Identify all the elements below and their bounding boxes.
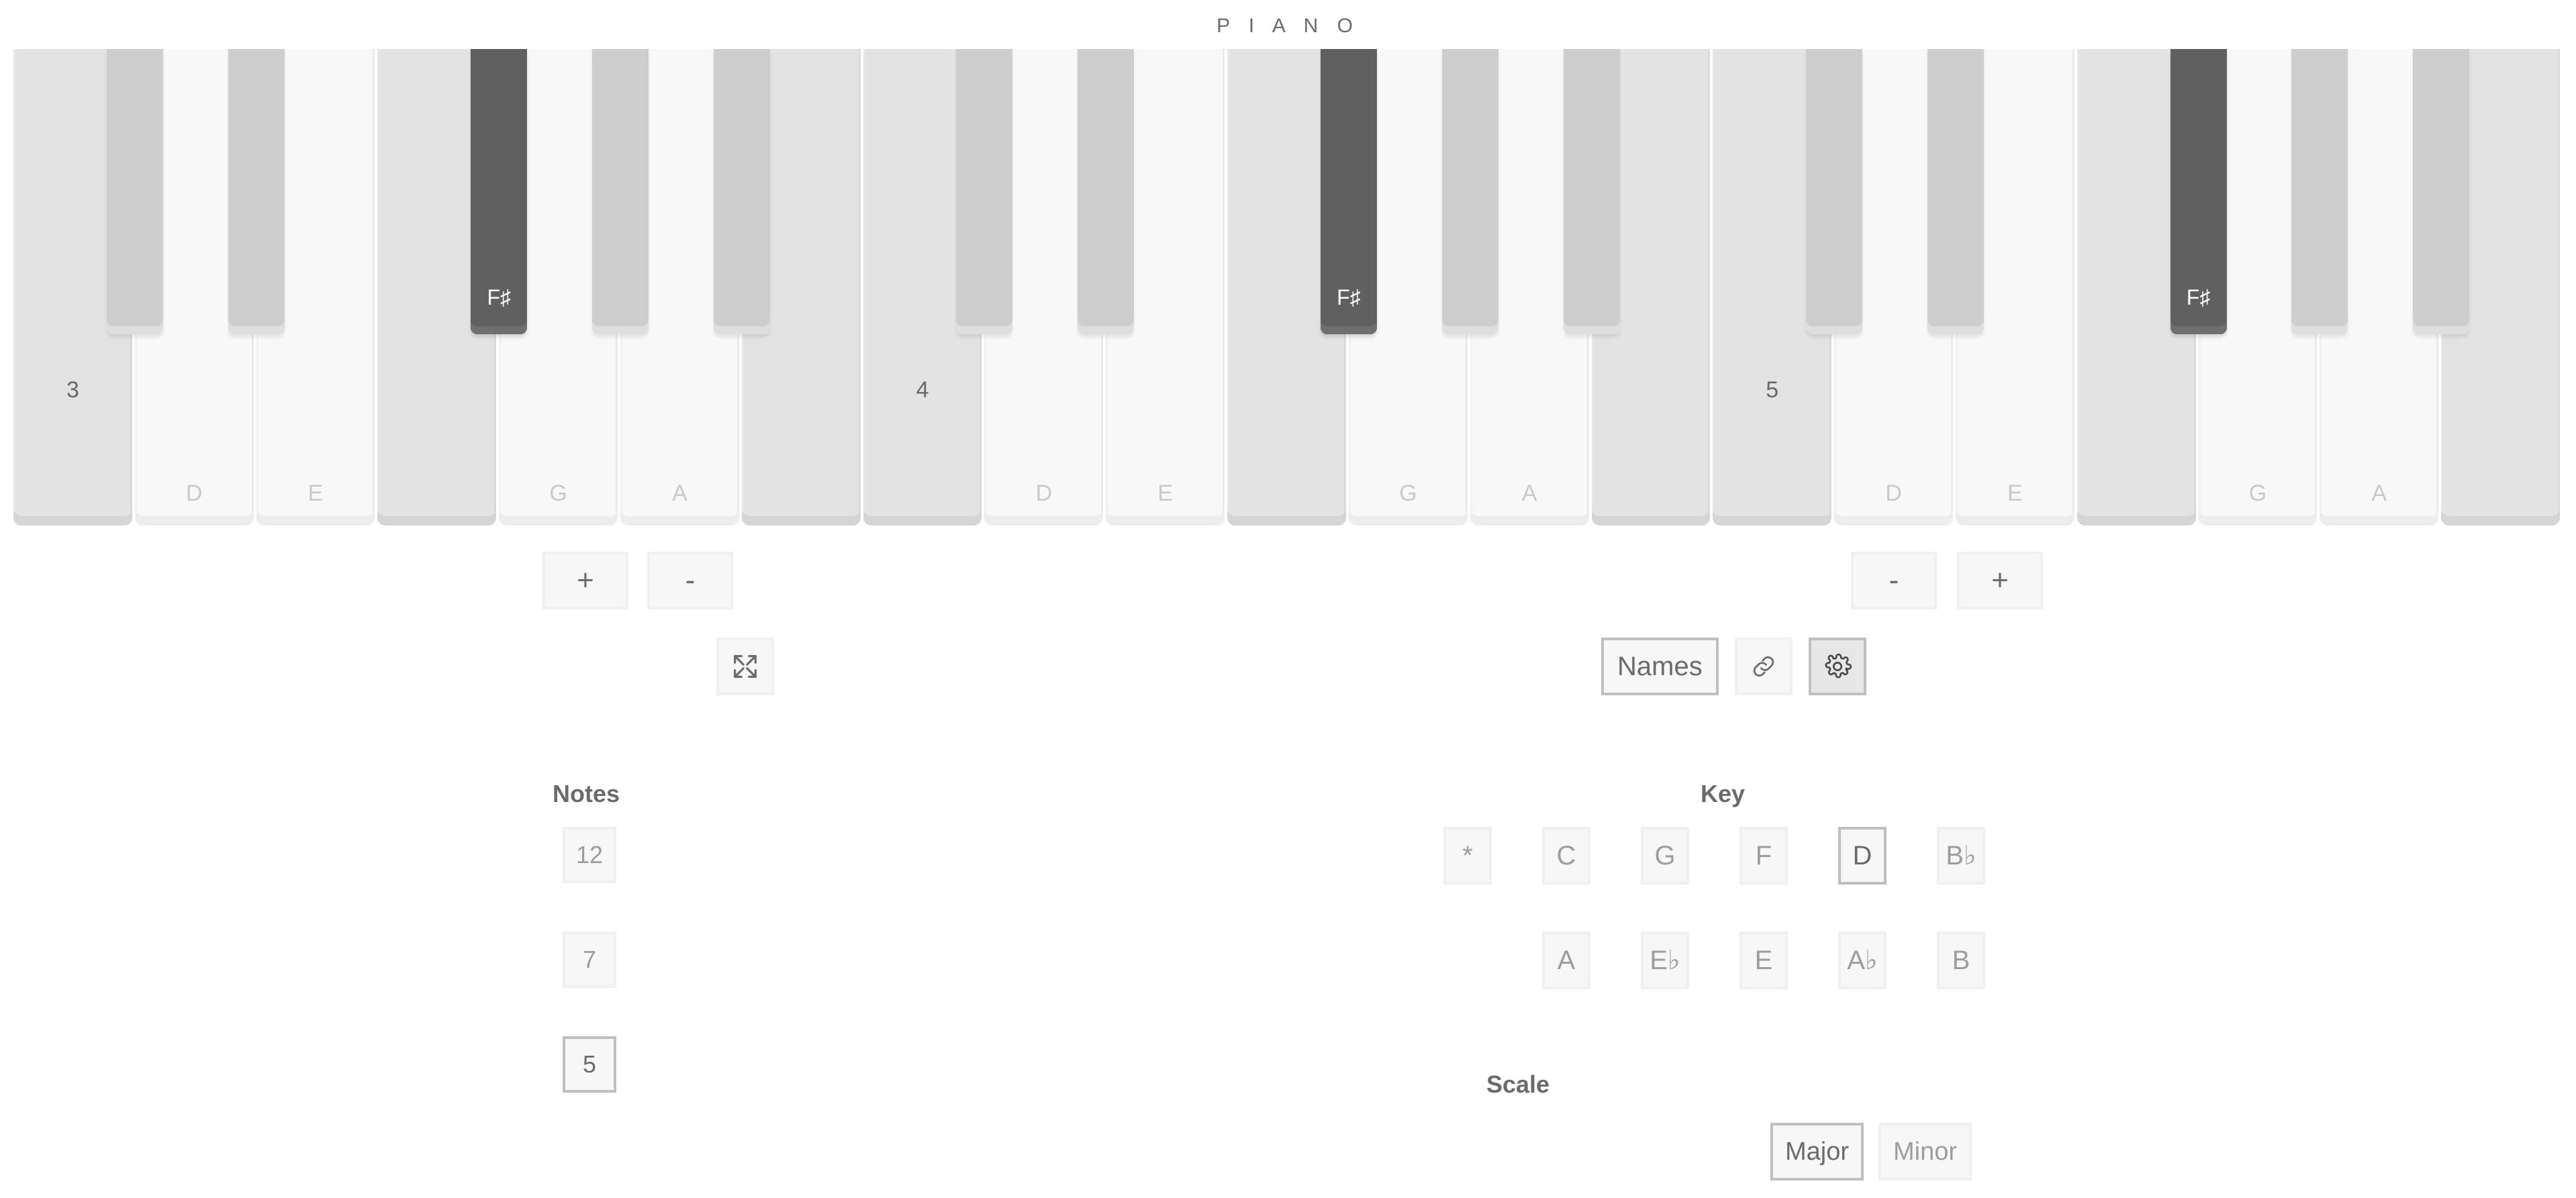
- scale-option-major[interactable]: Major: [1770, 1123, 1864, 1181]
- scale-option-minor[interactable]: Minor: [1878, 1123, 1972, 1181]
- piano-keyboard[interactable]: 3 D E G A 4 D E G A 5 D E G A F♯ F♯ F♯: [13, 49, 2563, 526]
- white-key-note-label: D: [185, 481, 203, 506]
- black-key-asharp-4[interactable]: [713, 49, 770, 334]
- white-key-note-label: E: [2007, 481, 2023, 506]
- fullscreen-expand-icon: [730, 651, 761, 682]
- white-key-note-label: G: [1399, 481, 1417, 506]
- key-option-e[interactable]: E: [1739, 932, 1788, 989]
- right-octave-controls: - +: [1851, 552, 2043, 609]
- black-key-dsharp-11[interactable]: [1927, 49, 1984, 334]
- black-key-dsharp-1[interactable]: [228, 49, 285, 334]
- scale-section-title: Scale: [1486, 1070, 1550, 1098]
- black-key-note-label: F♯: [2186, 285, 2211, 309]
- key-option-f[interactable]: F: [1739, 827, 1788, 885]
- black-key-gsharp-8[interactable]: [1441, 49, 1498, 334]
- white-key-note-label: E: [307, 481, 324, 506]
- black-key-asharp-9[interactable]: [1563, 49, 1620, 334]
- display-options-group: Names: [1601, 638, 1866, 695]
- chain-link-icon: [1750, 652, 1778, 681]
- black-key-note-label: F♯: [487, 285, 511, 309]
- black-key-note-label: F♯: [1337, 285, 1361, 309]
- key-row-1: * C G F D B♭: [1443, 827, 1985, 885]
- white-key-note-label: D: [1035, 481, 1053, 506]
- left-octave-controls: + -: [542, 552, 733, 609]
- octave-number-label: 4: [916, 377, 929, 403]
- notes-section-title: Notes: [553, 780, 620, 807]
- white-key-note-label: A: [672, 481, 687, 506]
- black-key-fsharp-12[interactable]: F♯: [2170, 49, 2227, 334]
- key-option-any[interactable]: *: [1443, 827, 1492, 885]
- notes-option-list: 12 7 5: [563, 827, 616, 1093]
- key-option-g[interactable]: G: [1641, 827, 1689, 885]
- white-key-note-label: G: [549, 481, 567, 506]
- black-key-csharp-10[interactable]: [1806, 49, 1863, 334]
- notes-option-7[interactable]: 7: [563, 932, 616, 988]
- left-plus-button[interactable]: +: [542, 552, 628, 609]
- white-key-note-label: A: [1521, 481, 1537, 506]
- key-option-d[interactable]: D: [1838, 827, 1887, 885]
- key-option-a[interactable]: A: [1542, 932, 1590, 989]
- scale-option-list: Major Minor: [1770, 1123, 1972, 1181]
- black-key-csharp-0[interactable]: [106, 49, 163, 334]
- key-option-c[interactable]: C: [1542, 827, 1590, 885]
- black-key-fsharp-2[interactable]: F♯: [471, 49, 528, 334]
- left-minus-button[interactable]: -: [647, 552, 733, 609]
- octave-number-label: 5: [1766, 377, 1779, 403]
- key-option-eb[interactable]: E♭: [1641, 932, 1689, 989]
- black-key-asharp-14[interactable]: [2413, 49, 2470, 334]
- black-key-gsharp-3[interactable]: [592, 49, 649, 334]
- page-title: P I A N O: [1217, 15, 1359, 37]
- black-key-fsharp-7[interactable]: F♯: [1320, 49, 1377, 334]
- black-key-gsharp-13[interactable]: [2291, 49, 2348, 334]
- key-section-title: Key: [1701, 780, 1746, 807]
- octave-number-label: 3: [66, 377, 79, 403]
- key-option-bb[interactable]: B♭: [1937, 827, 1985, 885]
- fullscreen-expand-button[interactable]: [716, 638, 774, 695]
- right-minus-button[interactable]: -: [1851, 552, 1937, 609]
- right-plus-button[interactable]: +: [1957, 552, 2043, 609]
- key-row-2: A E♭ E A♭ B: [1542, 932, 1985, 989]
- white-key-note-label: D: [1885, 481, 1902, 506]
- notes-option-5[interactable]: 5: [563, 1036, 616, 1093]
- gear-icon: [1823, 652, 1852, 681]
- link-button[interactable]: [1734, 638, 1793, 695]
- key-option-b[interactable]: B: [1937, 932, 1985, 989]
- names-toggle-button[interactable]: Names: [1601, 638, 1719, 695]
- black-key-dsharp-6[interactable]: [1078, 49, 1135, 334]
- notes-option-12[interactable]: 12: [563, 827, 616, 883]
- white-key-note-label: A: [2371, 481, 2387, 506]
- black-key-csharp-5[interactable]: [956, 49, 1013, 334]
- white-key-note-label: G: [2248, 481, 2267, 506]
- white-key-note-label: E: [1157, 481, 1174, 506]
- settings-gear-button[interactable]: [1808, 638, 1866, 695]
- key-option-ab[interactable]: A♭: [1838, 932, 1887, 989]
